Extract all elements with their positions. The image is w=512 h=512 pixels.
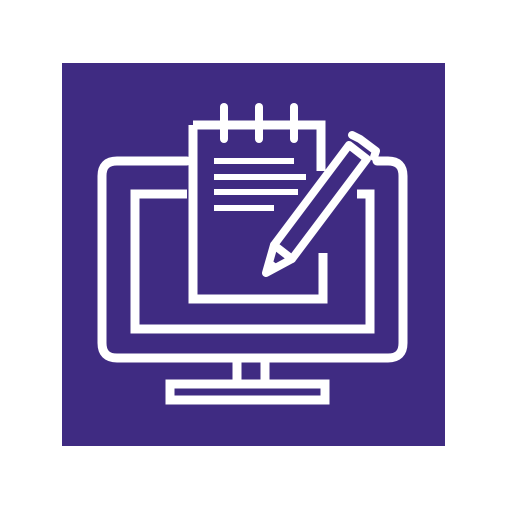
notepad-lines-icon <box>214 158 306 211</box>
monitor-base-icon <box>165 379 330 405</box>
monitor-screen-icon <box>130 189 375 334</box>
computer-notepad-pen-icon <box>97 103 408 405</box>
app-icon-tile[interactable] <box>62 63 445 446</box>
icon-canvas <box>0 0 512 512</box>
